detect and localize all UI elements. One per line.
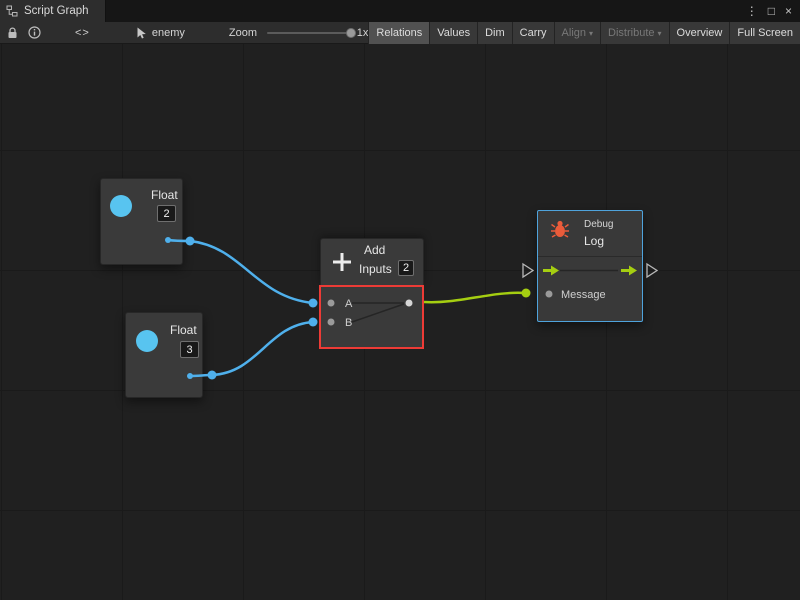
- port-label-b: B: [345, 317, 352, 329]
- unity-script-graph-window: Script Graph ⋮ □ × <> enemy Zoom: [0, 0, 800, 600]
- wire-float2-to-add-b[interactable]: [190, 322, 313, 376]
- toolbar-button-values[interactable]: Values: [429, 22, 477, 44]
- dropdown-caret-icon: ▾: [658, 29, 662, 38]
- toolbar-button-group: Relations Values Dim Carry Align ▾ Distr…: [368, 22, 800, 44]
- script-graph-icon: [6, 5, 18, 17]
- node-add-header[interactable]: Add Inputs 2: [320, 238, 424, 285]
- window-maximize-button[interactable]: □: [768, 0, 775, 22]
- toolbar-button-overview[interactable]: Overview: [669, 22, 730, 44]
- tab-title: Script Graph: [24, 5, 89, 17]
- node-float-1[interactable]: Float 2: [100, 178, 183, 265]
- flow-stub-right-triangle[interactable]: [647, 264, 657, 277]
- node-title: Float: [151, 188, 178, 202]
- graph-breadcrumb[interactable]: enemy: [136, 27, 185, 39]
- zoom-value: 1x: [357, 27, 369, 39]
- button-label: Relations: [376, 27, 422, 39]
- button-label: Carry: [520, 27, 547, 39]
- zoom-label: Zoom: [229, 27, 257, 39]
- tab-script-graph[interactable]: Script Graph: [0, 0, 106, 22]
- info-icon[interactable]: [28, 26, 41, 39]
- node-category: Debug: [584, 219, 613, 230]
- wire-end-dot-add-b[interactable]: [309, 318, 318, 327]
- button-label: Dim: [485, 27, 505, 39]
- inputs-count-field[interactable]: 2: [398, 260, 414, 276]
- node-float-2[interactable]: Float 3: [125, 312, 203, 398]
- graph-canvas[interactable]: Float 2 Float 3 Add Inputs 2 A B: [0, 44, 800, 600]
- wire-float1-to-add-a[interactable]: [168, 240, 313, 303]
- button-label: Overview: [677, 27, 723, 39]
- lock-icon[interactable]: [6, 26, 19, 40]
- bug-icon: [550, 219, 570, 239]
- toolbar-button-dim[interactable]: Dim: [477, 22, 512, 44]
- wire-end-dot-add-a[interactable]: [309, 299, 318, 308]
- toolbar-button-fullscreen[interactable]: Full Screen: [729, 22, 800, 44]
- node-title: Float: [170, 323, 197, 337]
- float-type-icon: [110, 195, 132, 217]
- node-debug-log[interactable]: Debug Log Message: [537, 210, 643, 322]
- node-separator: [538, 256, 642, 257]
- button-label: Values: [437, 27, 470, 39]
- window-titlebar: Script Graph ⋮ □ ×: [0, 0, 800, 22]
- toolbar-button-relations[interactable]: Relations: [368, 22, 429, 44]
- port-label-message: Message: [561, 289, 606, 301]
- window-controls: ⋮ □ ×: [746, 0, 800, 22]
- code-icon[interactable]: <>: [75, 27, 90, 39]
- toolbar-button-distribute[interactable]: Distribute ▾: [600, 22, 668, 44]
- graph-owner-label: enemy: [152, 27, 185, 39]
- button-label: Distribute: [608, 27, 654, 39]
- node-title: Add: [364, 243, 385, 257]
- wire-add-to-log-message[interactable]: [424, 293, 525, 302]
- float-value-field[interactable]: 2: [157, 205, 176, 222]
- button-label: Align: [562, 27, 586, 39]
- wire-start-dot[interactable]: [208, 371, 217, 380]
- toolbar-button-align[interactable]: Align ▾: [554, 22, 600, 44]
- node-add-ports-selected[interactable]: A B: [319, 285, 424, 349]
- zoom-slider[interactable]: [267, 32, 353, 34]
- float-type-icon: [136, 330, 158, 352]
- flow-stub-left-triangle[interactable]: [523, 264, 533, 277]
- zoom-slider-handle[interactable]: [346, 28, 356, 38]
- button-label: Full Screen: [737, 27, 793, 39]
- dropdown-caret-icon: ▾: [589, 29, 593, 38]
- graph-toolbar: <> enemy Zoom 1x Relations Values Dim Ca…: [0, 22, 800, 44]
- inputs-label: Inputs: [359, 262, 392, 276]
- window-menu-button[interactable]: ⋮: [746, 0, 758, 22]
- port-label-a: A: [345, 298, 352, 310]
- window-close-button[interactable]: ×: [785, 0, 792, 22]
- plus-icon: [330, 250, 354, 274]
- wire-start-dot[interactable]: [186, 237, 195, 246]
- toolbar-button-carry[interactable]: Carry: [512, 22, 554, 44]
- float-value-field[interactable]: 3: [180, 341, 199, 358]
- wire-end-dot-message[interactable]: [522, 289, 531, 298]
- cursor-icon: [136, 27, 147, 39]
- node-title: Log: [584, 234, 604, 248]
